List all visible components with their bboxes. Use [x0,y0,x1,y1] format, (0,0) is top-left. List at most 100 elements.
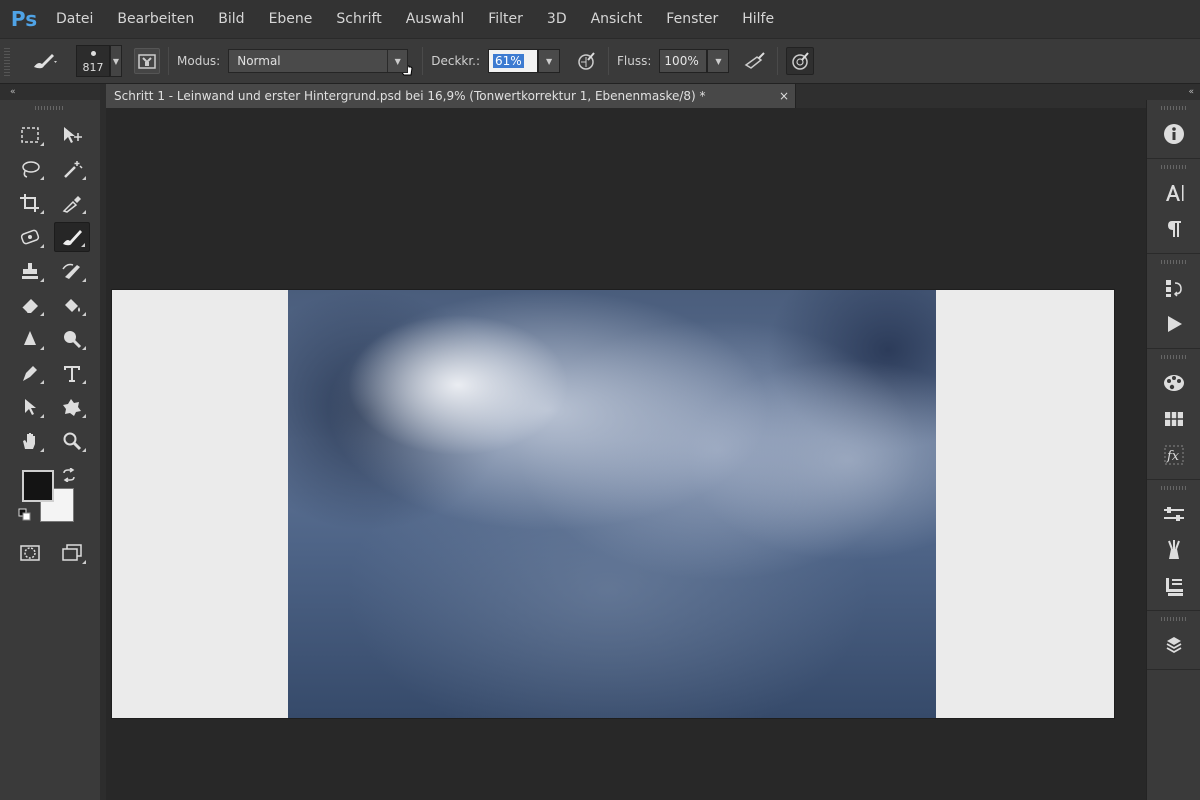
crop-tool[interactable] [12,188,48,218]
paragraph-panel-button[interactable] [1147,211,1200,247]
dock-group [1147,100,1200,159]
move-tool[interactable] [54,120,90,150]
mode-select[interactable]: Normal ▼ [228,49,409,73]
stamp-tool[interactable] [12,256,48,286]
move-icon [61,125,83,145]
foreground-color-swatch[interactable] [22,470,54,502]
info-panel-button[interactable] [1147,116,1200,152]
menu-ebene[interactable]: Ebene [257,0,325,38]
divider [168,47,169,75]
type-tool[interactable] [54,358,90,388]
menu-datei[interactable]: Datei [44,0,105,38]
menu-fenster[interactable]: Fenster [654,0,730,38]
styles-panel-button[interactable]: fx [1147,437,1200,473]
tool-preset-picker[interactable] [18,44,70,78]
marquee-tool[interactable] [12,120,48,150]
hand-tool[interactable] [12,426,48,456]
tablet-size-button[interactable] [786,47,815,75]
brush-tool[interactable] [54,222,90,252]
dock-group [1147,254,1200,349]
swap-colors-icon[interactable] [62,468,76,482]
lasso-tool[interactable] [12,154,48,184]
dock-group-grip[interactable] [1160,106,1187,110]
tools-collapse-button[interactable]: « [0,84,100,100]
brush-panel-icon [138,52,156,70]
path-select-tool[interactable] [12,392,48,422]
adjustments-panel-button[interactable] [1147,496,1200,532]
flow-field[interactable]: 100% [659,49,708,73]
dodge-tool[interactable] [54,324,90,354]
screen-mode-button[interactable] [54,538,90,568]
quick-mask-button[interactable] [12,538,48,568]
menu-bearbeiten[interactable]: Bearbeiten [105,0,206,38]
character-panel-button[interactable] [1147,175,1200,211]
swatches-panel-button[interactable] [1147,401,1200,437]
mode-value: Normal [237,54,281,68]
paint-bucket-tool[interactable] [54,290,90,320]
menu-bild[interactable]: Bild [206,0,256,38]
eyedropper-tool[interactable] [54,188,90,218]
dock-group-grip[interactable] [1160,617,1187,621]
document-tab[interactable]: Schritt 1 - Leinwand und erster Hintergr… [106,84,796,108]
opacity-value: 61% [493,54,524,68]
brush-size-preview[interactable]: 817 [76,45,110,77]
eraser-icon [19,295,41,315]
menu-3d[interactable]: 3D [535,0,579,38]
layers-panel-button[interactable] [1147,627,1200,663]
magic-wand-icon [61,159,83,179]
pen-icon [19,363,41,383]
eraser-tool[interactable] [12,290,48,320]
stamp-icon [19,261,41,281]
brush-panel-toggle[interactable] [134,48,160,74]
dock-group-grip[interactable] [1160,355,1187,359]
actions-panel-button[interactable] [1147,306,1200,342]
app-logo: Ps [10,7,38,31]
tablet-opacity-button[interactable] [572,47,600,75]
dock-group-grip[interactable] [1160,486,1187,490]
magic-wand-tool[interactable] [54,154,90,184]
document-canvas[interactable] [112,290,1114,718]
brush-presets-panel-button[interactable] [1147,532,1200,568]
paint-bucket-icon [61,295,83,315]
brush-picker-arrow[interactable]: ▼ [110,45,122,77]
dock-group-grip[interactable] [1160,260,1187,264]
history-panel-button[interactable] [1147,270,1200,306]
type-icon [61,363,83,383]
hand-icon [19,431,41,451]
healing-brush-tool[interactable] [12,222,48,252]
zoom-tool[interactable] [54,426,90,456]
pen-tool[interactable] [12,358,48,388]
photoshop-window: Ps Datei Bearbeiten Bild Ebene Schrift A… [0,0,1200,800]
dock-group-grip[interactable] [1160,165,1187,169]
chevron-down-icon: ▼ [545,56,553,66]
blur-tool[interactable] [12,324,48,354]
airbrush-button[interactable] [741,47,769,75]
character-icon [1163,182,1185,204]
tools-panel-grip[interactable] [35,106,65,110]
history-brush-icon [61,261,83,281]
history-icon [1163,277,1185,299]
flow-slider-toggle[interactable]: ▼ [707,49,730,73]
svg-text:fx: fx [1166,449,1180,464]
close-icon[interactable]: × [779,84,789,108]
opacity-field[interactable]: 61% [488,49,539,73]
opacity-slider-toggle[interactable]: ▼ [538,49,561,73]
panel-dock: fx [1146,100,1200,800]
menu-ansicht[interactable]: Ansicht [579,0,655,38]
menu-auswahl[interactable]: Auswahl [394,0,477,38]
tablet-pressure-opacity-icon [575,50,597,72]
menu-schrift[interactable]: Schrift [324,0,393,38]
history-brush-tool[interactable] [54,256,90,286]
color-panel-button[interactable] [1147,365,1200,401]
clone-source-panel-button[interactable] [1147,568,1200,604]
swatches-icon [1163,408,1185,430]
menu-hilfe[interactable]: Hilfe [730,0,786,38]
options-bar-grip[interactable] [4,46,10,76]
default-colors-icon[interactable] [18,508,32,522]
dock-collapse-button[interactable]: « [1146,84,1200,100]
shape-tool[interactable] [54,392,90,422]
menu-filter[interactable]: Filter [476,0,535,38]
canvas-area[interactable] [106,108,1146,800]
flow-value: 100% [664,54,699,68]
tablet-pressure-size-icon [789,50,811,72]
